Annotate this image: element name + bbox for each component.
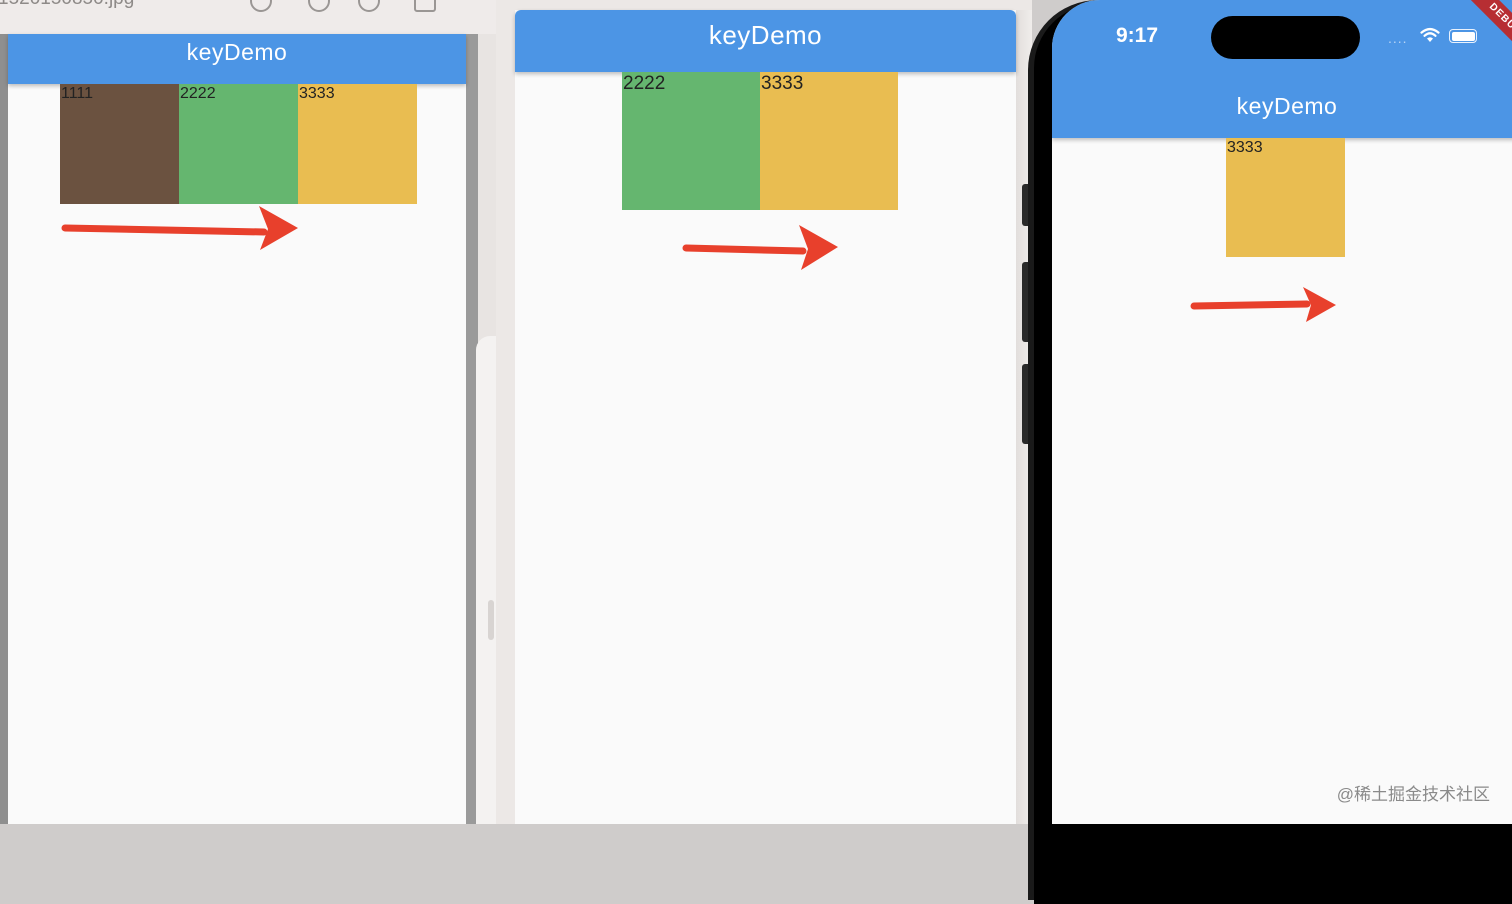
watermark: @稀土掘金技术社区 xyxy=(1336,785,1490,804)
arrow-right-icon xyxy=(682,225,838,270)
arrow-right-icon xyxy=(1190,287,1336,322)
annotation-layer xyxy=(61,206,1336,322)
arrow-right-icon xyxy=(61,206,298,250)
